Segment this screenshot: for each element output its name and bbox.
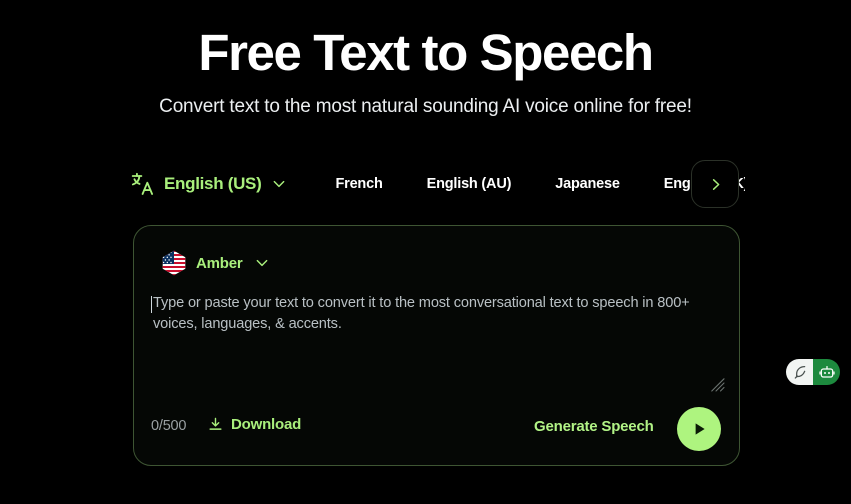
editor-tool-pills	[786, 359, 840, 385]
language-selector-active[interactable]: English (US)	[130, 171, 287, 197]
download-button[interactable]: Download	[207, 416, 301, 433]
play-button[interactable]	[677, 407, 721, 451]
chevron-down-icon[interactable]	[269, 176, 287, 192]
active-language-label: English (US)	[164, 174, 262, 193]
language-tab-english-au[interactable]: English (AU)	[427, 176, 512, 192]
language-tab-strip: English (US) French English (AU) Japanes…	[130, 160, 745, 208]
robot-face-icon	[818, 364, 835, 380]
translate-icon	[130, 171, 156, 197]
us-flag-icon	[161, 250, 187, 276]
text-to-speech-page: Free Text to Speech Convert text to the …	[0, 0, 851, 504]
character-counter: 0/500	[151, 418, 187, 434]
voice-selector[interactable]: Amber	[161, 250, 270, 276]
feather-pen-icon	[792, 364, 808, 380]
chevron-right-icon	[708, 177, 723, 192]
page-subtitle: Convert text to the most natural soundin…	[159, 96, 692, 117]
chevron-down-icon[interactable]	[252, 255, 270, 271]
tts-editor-card: Amber Type or paste your text to convert…	[133, 225, 840, 466]
language-tab-japanese[interactable]: Japanese	[555, 176, 620, 192]
play-icon	[690, 420, 708, 438]
text-caret	[151, 296, 152, 313]
download-icon	[207, 416, 224, 433]
page-title: Free Text to Speech	[198, 24, 654, 81]
generate-speech-button[interactable]: Generate Speech	[534, 418, 654, 435]
download-label: Download	[231, 416, 302, 433]
ai-assistant-button[interactable]	[813, 359, 840, 385]
text-input-area[interactable]: Type or paste your text to convert it to…	[151, 293, 724, 393]
writing-assistant-button[interactable]	[786, 359, 813, 385]
voice-name-label: Amber	[196, 254, 243, 272]
language-strip-next-button[interactable]	[691, 160, 739, 208]
textarea-resize-handle[interactable]	[711, 378, 725, 392]
language-tab-french[interactable]: French	[335, 176, 382, 192]
text-input-placeholder: Type or paste your text to convert it to…	[153, 295, 690, 332]
